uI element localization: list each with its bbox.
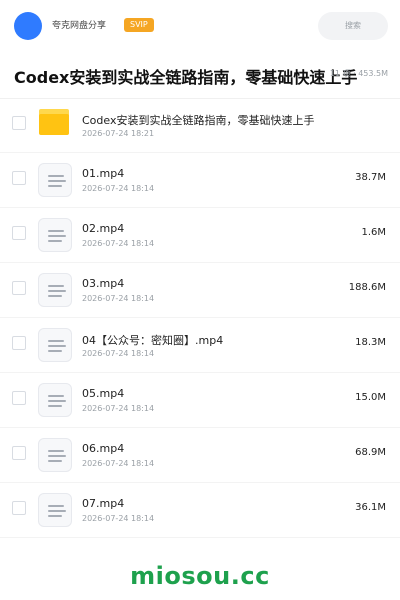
file-size: 36.1M: [355, 502, 386, 513]
file-size: 68.9M: [355, 447, 386, 458]
row-checkbox[interactable]: [12, 501, 26, 515]
search-button[interactable]: 搜索: [318, 12, 388, 40]
file-icon: [38, 273, 72, 307]
share-title-row: Codex安装到实战全链路指南，零基础快速上手 11 项 · 453.5M: [0, 52, 400, 99]
list-item-file[interactable]: 01.mp4 2026-07-24 18:14 38.7M: [0, 153, 400, 208]
list-item-file[interactable]: 06.mp4 2026-07-24 18:14 68.9M: [0, 428, 400, 483]
file-size: 18.3M: [355, 337, 386, 348]
folder-icon: [39, 109, 69, 135]
list-item-file[interactable]: 05.mp4 2026-07-24 18:14 15.0M: [0, 373, 400, 428]
file-icon: [38, 493, 72, 527]
share-summary: 11 项 · 453.5M: [329, 69, 388, 78]
file-icon: [38, 438, 72, 472]
row-checkbox[interactable]: [12, 336, 26, 350]
file-date: 2026-07-24 18:14: [82, 239, 155, 248]
file-list: Codex安装到实战全链路指南，零基础快速上手 2026-07-24 18:21…: [0, 98, 400, 538]
file-date: 2026-07-24 18:14: [82, 404, 155, 413]
file-date: 2026-07-24 18:14: [82, 514, 155, 523]
file-icon: [38, 383, 72, 417]
list-item-file[interactable]: 02.mp4 2026-07-24 18:14 1.6M: [0, 208, 400, 263]
file-size: 188.6M: [348, 282, 386, 293]
file-date: 2026-07-24 18:21: [82, 129, 155, 138]
file-icon: [38, 218, 72, 252]
page: 夸克网盘分享 SVIP 搜索 Codex安装到实战全链路指南，零基础快速上手 1…: [0, 0, 400, 600]
file-icon: [38, 163, 72, 197]
file-date: 2026-07-24 18:14: [82, 349, 155, 358]
file-icon: [38, 328, 72, 362]
file-size: 1.6M: [361, 227, 386, 238]
row-checkbox[interactable]: [12, 281, 26, 295]
app-header: 夸克网盘分享 SVIP 搜索: [0, 0, 400, 53]
list-item-file[interactable]: 07.mp4 2026-07-24 18:14 36.1M: [0, 483, 400, 538]
row-checkbox[interactable]: [12, 116, 26, 130]
file-name: 06.mp4: [82, 442, 125, 455]
file-name: 07.mp4: [82, 497, 125, 510]
file-size: 38.7M: [355, 172, 386, 183]
file-name: 03.mp4: [82, 277, 125, 290]
file-size: 15.0M: [355, 392, 386, 403]
file-date: 2026-07-24 18:14: [82, 294, 155, 303]
brand-name: 夸克网盘分享: [52, 21, 107, 31]
row-checkbox[interactable]: [12, 226, 26, 240]
row-checkbox[interactable]: [12, 446, 26, 460]
list-item-file[interactable]: 04【公众号：密知圈】.mp4 2026-07-24 18:14 18.3M: [0, 318, 400, 373]
list-item-folder[interactable]: Codex安装到实战全链路指南，零基础快速上手 2026-07-24 18:21: [0, 98, 400, 153]
page-title: Codex安装到实战全链路指南，零基础快速上手: [14, 68, 358, 87]
file-name: 02.mp4: [82, 222, 125, 235]
svip-badge: SVIP: [124, 18, 154, 32]
watermark: miosou.cc: [130, 562, 270, 590]
file-name: 04【公众号：密知圈】.mp4: [82, 334, 224, 347]
file-name: 01.mp4: [82, 167, 125, 180]
list-item-file[interactable]: 03.mp4 2026-07-24 18:14 188.6M: [0, 263, 400, 318]
row-checkbox[interactable]: [12, 171, 26, 185]
row-checkbox[interactable]: [12, 391, 26, 405]
file-date: 2026-07-24 18:14: [82, 184, 155, 193]
file-name: Codex安装到实战全链路指南，零基础快速上手: [82, 114, 315, 127]
avatar[interactable]: [14, 12, 42, 40]
file-name: 05.mp4: [82, 387, 125, 400]
file-date: 2026-07-24 18:14: [82, 459, 155, 468]
